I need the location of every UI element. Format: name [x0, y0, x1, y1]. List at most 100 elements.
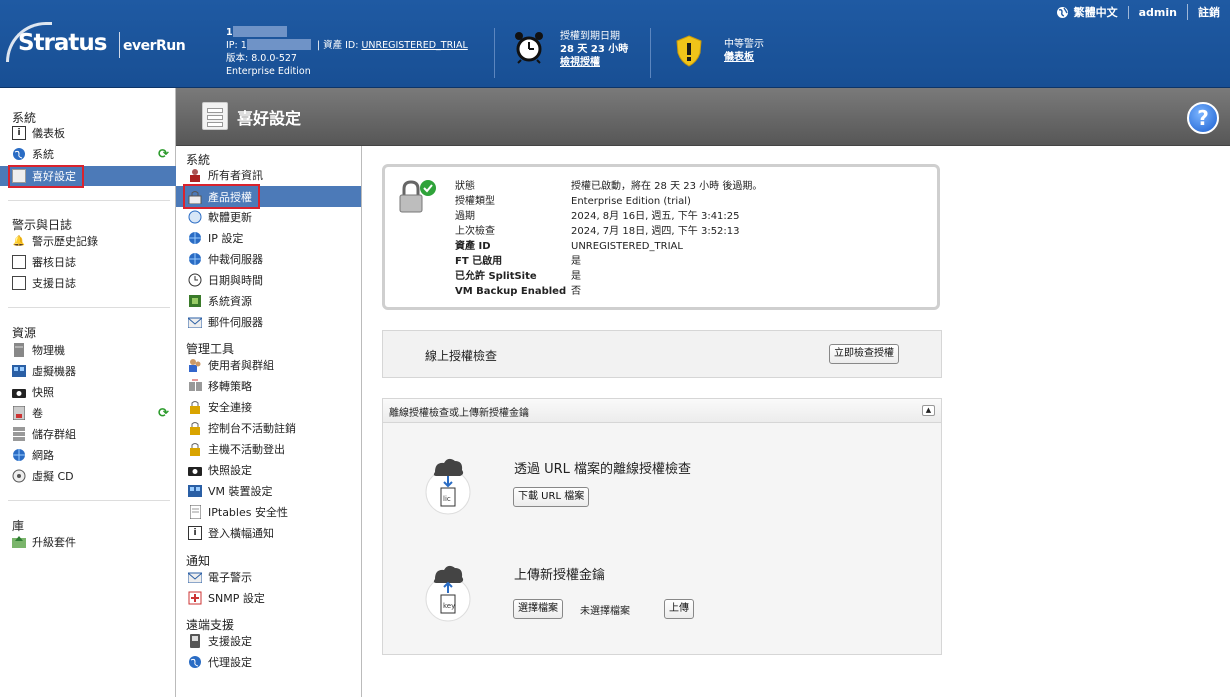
submenu-item-snapshot-settings[interactable]: 快照設定: [188, 461, 252, 479]
sidebar-item-dashboard[interactable]: i 儀表板: [12, 124, 65, 142]
sidebar-item-storage-groups[interactable]: 儲存群組: [12, 425, 76, 443]
submenu-item-date-time[interactable]: 日期與時間: [188, 271, 263, 289]
submenu-header-notifications: 通知: [186, 554, 211, 568]
storage-icon: [12, 427, 26, 441]
language-selector[interactable]: 繁體中文: [1046, 4, 1128, 20]
sidebar-item-volumes[interactable]: 卷: [12, 404, 43, 422]
license-row: 資產 ID UNREGISTERED_TRIAL: [455, 239, 762, 254]
submenu-item-owner[interactable]: 所有者資訊: [188, 166, 263, 184]
submenu-item-ip-settings[interactable]: IP 設定: [188, 229, 243, 247]
sidebar-item-support-log[interactable]: 支援日誌: [12, 274, 76, 292]
submenu-header-admin-tools: 管理工具: [186, 342, 235, 356]
submenu-item-label: VM 裝置設定: [208, 485, 273, 498]
migrate-icon: [188, 379, 202, 393]
sidebar-item-label: 系統: [32, 148, 54, 161]
logo-subtext: everRun: [123, 38, 186, 54]
submenu-item-system-resources[interactable]: 系統資源: [188, 292, 252, 310]
upgrade-icon: [12, 535, 26, 549]
row-value: 2024, 7月 18日, 週四, 下午 3:52:13: [571, 226, 740, 237]
submenu-item-product-license[interactable]: 產品授權: [188, 188, 252, 206]
submenu-item-support-config[interactable]: 支援設定: [188, 632, 252, 650]
submenu-item-label: 軟體更新: [208, 211, 252, 224]
alert-summary: 中等警示 儀表板: [724, 38, 764, 64]
submenu-item-console-inactivity-logout[interactable]: 控制台不活動註銷: [188, 419, 296, 437]
sidebar-item-snapshots[interactable]: 快照: [12, 383, 54, 401]
sidebar-divider: [8, 200, 170, 201]
submenu-item-host-inactivity-logout[interactable]: 主機不活動登出: [188, 440, 285, 458]
row-value: Enterprise Edition (trial): [571, 196, 691, 207]
dashboard-link[interactable]: 儀表板: [724, 51, 764, 64]
sidebar-item-alert-history[interactable]: 🔔 警示歷史記錄: [12, 232, 98, 250]
submenu-item-mail-server[interactable]: 郵件伺服器: [188, 313, 263, 331]
license-row: 授權類型 Enterprise Edition (trial): [455, 194, 762, 209]
view-license-link[interactable]: 檢視授權: [560, 56, 628, 69]
sidebar-item-virtual-machines[interactable]: 虛擬機器: [12, 362, 76, 380]
row-key: 資產 ID: [455, 241, 491, 252]
asset-id-link[interactable]: UNREGISTERED_TRIAL: [361, 40, 467, 51]
sidebar-item-label: 儀表板: [32, 127, 65, 140]
user-name[interactable]: admin: [1127, 5, 1187, 19]
submenu-item-migration-policy[interactable]: 移轉策略: [188, 377, 252, 395]
row-value: 是: [571, 271, 581, 282]
users-icon: [188, 358, 202, 372]
sidebar-item-preferences[interactable]: 喜好設定: [12, 167, 76, 185]
choose-file-button[interactable]: 選擇檔案: [513, 599, 563, 619]
submenu-item-snmp-settings[interactable]: SNMP 設定: [188, 589, 265, 607]
lock-icon: [188, 442, 202, 456]
no-file-selected-text: 未選擇檔案: [580, 606, 630, 617]
submenu-item-label: 所有者資訊: [208, 169, 263, 182]
lock-icon: [188, 421, 202, 435]
sidebar-item-label: 審核日誌: [32, 256, 76, 269]
help-icon[interactable]: ?: [1187, 102, 1219, 134]
offline-check-title: 透過 URL 檔案的離線授權檢查: [514, 462, 692, 477]
submenu-item-quorum-servers[interactable]: 仲裁伺服器: [188, 250, 263, 268]
clock-icon: [188, 273, 202, 287]
header-divider: [650, 28, 651, 78]
collapse-icon[interactable]: ▲: [922, 405, 935, 416]
logo-separator: [119, 32, 120, 58]
host-name: 1: [226, 27, 233, 38]
check-license-now-button[interactable]: 立即檢查授權: [829, 344, 899, 364]
snmp-icon: [188, 591, 202, 605]
online-license-check-panel: 線上授權檢查 立即檢查授權: [382, 330, 942, 378]
cloud-download-icon: lic: [425, 454, 471, 516]
row-key: 過期: [455, 211, 475, 222]
submenu-item-login-banner[interactable]: i 登入橫幅通知: [188, 524, 274, 542]
download-url-file-button[interactable]: 下載 URL 檔案: [513, 487, 590, 507]
sidebar-divider: [8, 307, 170, 308]
sidebar-item-virtual-cd[interactable]: 虛擬 CD: [12, 467, 74, 485]
submenu-item-secure-connection[interactable]: 安全連接: [188, 398, 252, 416]
section-alerts-logs: 警示與日誌: [12, 218, 73, 232]
submenu-item-users-groups[interactable]: 使用者與群組: [188, 356, 274, 374]
sidebar-item-upgrade-kits[interactable]: 升級套件: [12, 533, 76, 551]
submenu-item-e-alerts[interactable]: 電子警示: [188, 568, 252, 586]
sidebar-item-networks[interactable]: 網路: [12, 446, 54, 464]
license-row: 過期 2024, 8月 16日, 週五, 下午 3:41:25: [455, 209, 762, 224]
upload-button[interactable]: 上傳: [664, 599, 694, 619]
submenu-item-iptables-security[interactable]: IPtables 安全性: [188, 503, 288, 521]
submenu-item-label: 仲裁伺服器: [208, 253, 263, 266]
submenu-item-label: 系統資源: [208, 295, 252, 308]
svg-text:lic: lic: [443, 495, 451, 503]
logout-link[interactable]: 註銷: [1187, 4, 1230, 20]
license-row: VM Backup Enabled 否: [455, 284, 762, 299]
cloud-upload-icon: key: [425, 561, 471, 623]
page-title-bar: 喜好設定 ?: [176, 88, 1230, 146]
submenu-item-software-update[interactable]: 軟體更新: [188, 208, 252, 226]
camera-icon: [188, 463, 202, 477]
sidebar-item-physical-machines[interactable]: 物理機: [12, 341, 65, 359]
submenu-item-vm-device-settings[interactable]: VM 裝置設定: [188, 482, 273, 500]
alert-title: 中等警示: [724, 39, 764, 50]
section-library: 庫: [12, 519, 25, 533]
submenu-item-label: 使用者與群組: [208, 359, 274, 372]
mail-icon: [188, 570, 202, 584]
sidebar-item-system[interactable]: 系統: [12, 145, 54, 163]
calendar-icon: [12, 255, 26, 269]
sidebar-item-audit-log[interactable]: 審核日誌: [12, 253, 76, 271]
row-key: 已允許 SplitSite: [455, 271, 537, 282]
submenu-item-proxy-config[interactable]: 代理設定: [188, 653, 252, 671]
submenu-item-label: SNMP 設定: [208, 592, 265, 605]
offline-license-panel: 離線授權檢查或上傳新授權金鑰 ▲ lic 透過 URL 檔案的離線授權檢查 下載…: [382, 398, 942, 655]
row-key: 授權類型: [455, 196, 495, 207]
globe-icon: [1056, 6, 1068, 18]
